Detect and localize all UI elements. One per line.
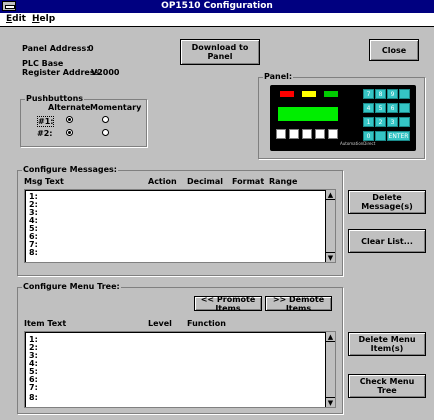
delete-messages-button[interactable]: Delete Message(s) <box>348 190 426 214</box>
range-column-header: Range <box>269 177 298 186</box>
msg-column-header: Msg <box>24 177 43 186</box>
download-to-panel-button[interactable]: Download to Panel <box>180 39 260 65</box>
fn-key-icon <box>302 129 312 139</box>
key-4: 4 <box>363 103 374 113</box>
fn-key-icon <box>289 129 299 139</box>
demote-items-label: >> Demote Items <box>272 294 325 313</box>
green-led-icon <box>324 91 338 97</box>
function-column-header: Function <box>187 319 226 328</box>
action-column-header: Action <box>148 177 177 186</box>
system-menu-icon[interactable] <box>2 1 16 11</box>
list-item[interactable]: 8: <box>29 249 38 257</box>
delete-menu-items-button[interactable]: Delete Menu Item(s) <box>348 332 426 356</box>
check-menu-tree-label: Check Menu Tree <box>359 377 415 395</box>
clear-list-label: Clear List... <box>361 236 413 246</box>
register-address-value: V2000 <box>91 68 120 77</box>
enter-data-key-icon <box>328 129 338 139</box>
configure-messages-title: Configure Messages: <box>22 165 118 174</box>
key-5: 5 <box>375 103 386 113</box>
key-blank <box>375 131 386 141</box>
key-9: 9 <box>387 89 398 99</box>
pushbuttons-title: Pushbuttons <box>25 94 85 103</box>
key-2: 2 <box>375 117 386 127</box>
item-text-column-header: Item Text <box>24 319 67 328</box>
promote-items-label: << Promote Items <box>200 294 256 313</box>
panel-address-value: 0 <box>88 44 94 53</box>
key-7: 7 <box>363 89 374 99</box>
pb1-momentary-radio[interactable] <box>102 116 109 123</box>
scroll-up-arrow-icon[interactable]: ▲ <box>326 332 335 342</box>
panel-address-label: Panel Address: <box>22 44 90 53</box>
menu-tree-scrollbar[interactable]: ▲ ▼ <box>325 332 335 407</box>
clear-data-key-icon <box>315 129 325 139</box>
plc-base-label: PLC Base <box>22 59 64 68</box>
list-item[interactable]: 8: <box>29 394 38 402</box>
panel-group-title: Panel: <box>263 72 294 81</box>
momentary-column-label: Momentary <box>90 103 142 112</box>
op1510-panel-image: 7 8 9 4 5 6 1 2 3 0 ENTER AutomationDire… <box>270 85 416 151</box>
key-8: 8 <box>375 89 386 99</box>
pb1-alternate-radio[interactable] <box>66 116 73 123</box>
configure-menu-tree-title: Configure Menu Tree: <box>22 282 121 291</box>
key-blank <box>399 103 410 113</box>
decimal-column-header: Decimal <box>187 177 224 186</box>
format-column-header: Format <box>232 177 265 186</box>
close-button[interactable]: Close <box>369 39 419 61</box>
messages-list[interactable]: 1: 2: 3: 4: 5: 6: 7: 8: ▲ ▼ <box>24 189 336 263</box>
promote-items-button[interactable]: << Promote Items <box>194 294 262 313</box>
close-button-label: Close <box>381 45 407 55</box>
menu-tree-list[interactable]: 1: 2: 3: 4: 5: 6: 7: 8: ▲ ▼ <box>24 331 336 408</box>
delete-messages-label: Delete Message(s) <box>361 193 413 211</box>
key-6: 6 <box>387 103 398 113</box>
title-bar: OP1510 Configuration <box>0 0 434 13</box>
pb2-momentary-radio[interactable] <box>102 129 109 136</box>
key-blank <box>399 117 410 127</box>
delete-menu-items-label: Delete Menu Item(s) <box>358 335 416 353</box>
menu-bar: Edit Help <box>0 13 434 27</box>
key-0: 0 <box>363 131 374 141</box>
clear-list-button[interactable]: Clear List... <box>348 229 426 253</box>
level-column-header: Level <box>148 319 172 328</box>
window-title: OP1510 Configuration <box>161 1 273 11</box>
key-1: 1 <box>363 117 374 127</box>
key-enter: ENTER <box>387 131 410 141</box>
text-column-header: Text <box>45 177 64 186</box>
scroll-down-arrow-icon[interactable]: ▼ <box>326 252 335 262</box>
pushbutton-1-label: #1: <box>37 116 55 127</box>
yellow-led-icon <box>302 91 316 97</box>
pb2-alternate-radio[interactable] <box>66 129 73 136</box>
f1-key-icon <box>276 129 286 139</box>
pushbutton-2-label: #2: <box>37 129 53 138</box>
demote-items-button[interactable]: >> Demote Items <box>265 294 332 313</box>
messages-scrollbar[interactable]: ▲ ▼ <box>325 190 335 262</box>
red-led-icon <box>280 91 294 97</box>
scroll-up-arrow-icon[interactable]: ▲ <box>326 190 335 200</box>
menu-edit-label: dit <box>12 14 26 24</box>
menu-edit[interactable]: Edit <box>6 14 26 24</box>
alternate-column-label: Alternate <box>48 103 91 112</box>
lcd-display <box>278 107 338 121</box>
key-blank <box>399 89 410 99</box>
menu-help-label: elp <box>39 14 56 24</box>
scroll-down-arrow-icon[interactable]: ▼ <box>326 397 335 407</box>
brand-label: AutomationDirect <box>340 141 376 146</box>
key-3: 3 <box>387 117 398 127</box>
download-button-label: Download to Panel <box>191 43 249 61</box>
check-menu-tree-button[interactable]: Check Menu Tree <box>348 374 426 398</box>
menu-help[interactable]: Help <box>32 14 55 24</box>
list-item[interactable]: 7: <box>29 384 38 392</box>
